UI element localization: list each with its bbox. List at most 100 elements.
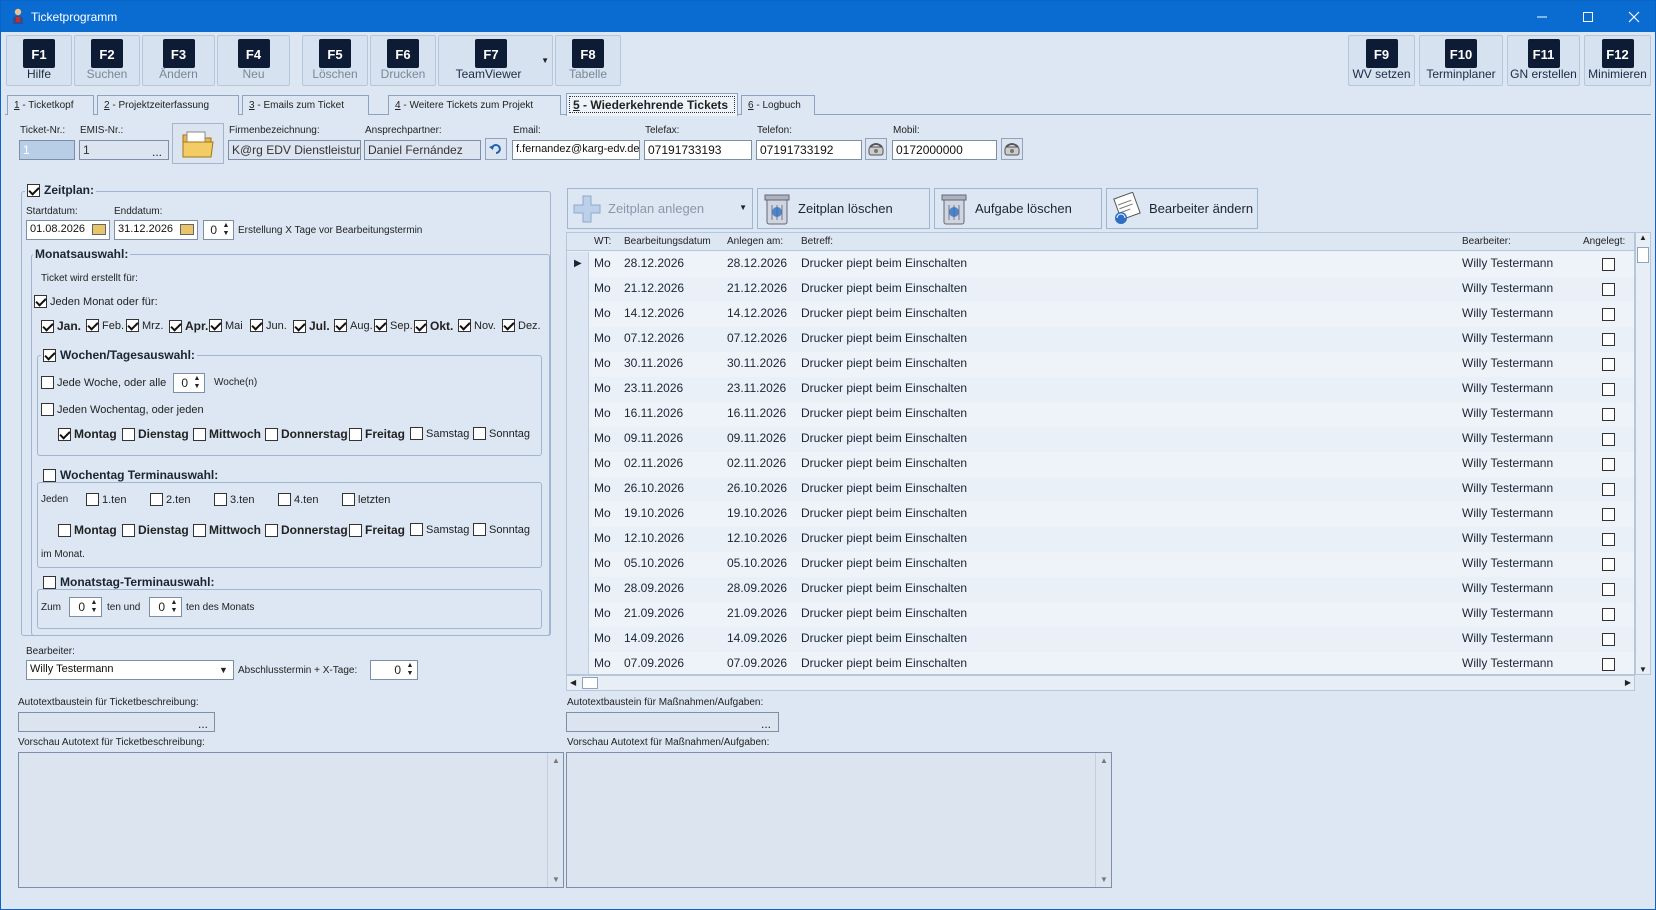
nth-4[interactable]: 4.ten xyxy=(278,493,318,506)
wt-day-freitag[interactable]: Freitag xyxy=(349,523,405,537)
spinner-arrows-icon[interactable]: ▲ ▼ xyxy=(220,222,232,238)
und-spinner[interactable]: 0 ▲ ▼ xyxy=(149,597,182,617)
f7-teamviewer-button[interactable]: F7 TeamViewer ▼ xyxy=(438,35,553,86)
row-indicator[interactable] xyxy=(567,377,589,402)
scrollbar-thumb[interactable] xyxy=(1637,247,1649,263)
row-indicator[interactable] xyxy=(567,302,589,327)
open-folder-button[interactable] xyxy=(172,123,224,164)
day-montag[interactable]: Montag xyxy=(58,427,117,441)
chevron-down-icon[interactable]: ▼ xyxy=(219,665,228,675)
col-angelegt[interactable]: Angelegt: xyxy=(1583,236,1625,247)
scroll-up-icon[interactable]: ▲ xyxy=(1639,233,1647,242)
nth-1[interactable]: 1.ten xyxy=(86,493,126,506)
row-indicator[interactable] xyxy=(567,552,589,577)
col-bearbeiter[interactable]: Bearbeiter: xyxy=(1462,236,1511,247)
col-anlegen-am[interactable]: Anlegen am: xyxy=(727,236,783,247)
angelegt-checkbox[interactable] xyxy=(1602,608,1615,621)
scrollbar-thumb[interactable] xyxy=(582,677,598,689)
scroll-down-icon[interactable]: ▼ xyxy=(552,875,560,884)
month-sep[interactable]: Sep. xyxy=(374,319,413,332)
table-row[interactable]: Mo 12.10.2026 12.10.2026 Drucker piept beim… xyxy=(567,527,1634,552)
day-sonntag[interactable]: Sonntag xyxy=(473,427,530,440)
row-indicator[interactable] xyxy=(567,602,589,627)
wt-day-donnerstag[interactable]: Donnerstag xyxy=(265,523,348,537)
auto-mass-field[interactable] xyxy=(566,712,779,732)
woche-n-spinner[interactable]: 0 ▲ ▼ xyxy=(173,373,205,393)
wochen-title[interactable]: Wochen/Tagesauswahl: xyxy=(41,348,197,362)
jeden-wochentag-checkbox[interactable]: Jeden Wochentag, oder jeden xyxy=(41,403,204,416)
bearbeiter-aendern-button[interactable]: Bearbeiter ändern xyxy=(1106,188,1258,229)
angelegt-checkbox[interactable] xyxy=(1602,333,1615,346)
spinner-arrows-icon[interactable]: ▲ ▼ xyxy=(404,662,416,678)
day-samstag[interactable]: Samstag xyxy=(410,427,469,440)
col-wt[interactable]: WT: xyxy=(594,236,611,247)
maximize-button[interactable] xyxy=(1565,1,1611,32)
calendar-icon[interactable] xyxy=(92,224,106,235)
monatstag-title[interactable]: Monatstag-Terminauswahl: xyxy=(41,575,217,589)
tab-logbuch[interactable]: 6 - Logbuch xyxy=(741,95,815,115)
wt-day-dienstag[interactable]: Dienstag xyxy=(122,523,189,537)
auto-mass-lookup-button[interactable]: ... xyxy=(761,717,771,731)
scroll-down-icon[interactable]: ▼ xyxy=(1639,665,1647,674)
f2-search-button[interactable]: F2 Suchen xyxy=(74,35,140,86)
row-indicator[interactable] xyxy=(567,627,589,652)
table-row[interactable]: Mo 14.12.2026 14.12.2026 Drucker piept beim… xyxy=(567,302,1634,327)
table-row[interactable]: Mo 21.09.2026 21.09.2026 Drucker piept beim… xyxy=(567,602,1634,627)
row-indicator[interactable] xyxy=(567,402,589,427)
f12-minimize-button[interactable]: F12 Minimieren xyxy=(1584,35,1651,86)
vorschau-ticket-textarea[interactable]: ▲ ▼ xyxy=(18,752,564,888)
email-field[interactable]: f.fernandez@karg-edv.de xyxy=(512,140,640,160)
angelegt-checkbox[interactable] xyxy=(1602,383,1615,396)
table-horizontal-scrollbar[interactable]: ◀ ▶ xyxy=(566,675,1635,691)
firma-field[interactable]: K@rg EDV Dienstleistungen xyxy=(228,140,361,160)
angelegt-checkbox[interactable] xyxy=(1602,258,1615,271)
f3-edit-button[interactable]: F3 Ändern xyxy=(142,35,215,86)
f4-new-button[interactable]: F4 Neu xyxy=(217,35,290,86)
month-jul[interactable]: Jul. xyxy=(293,319,330,333)
angelegt-checkbox[interactable] xyxy=(1602,633,1615,646)
tab-projektzeiterfassung[interactable]: 2 - Projektzeiterfassung xyxy=(97,95,239,115)
scroll-right-icon[interactable]: ▶ xyxy=(1625,678,1631,687)
jede-woche-checkbox[interactable]: Jede Woche, oder alle xyxy=(41,376,166,389)
spinner-arrows-icon[interactable]: ▲ ▼ xyxy=(168,599,180,615)
table-row[interactable]: Mo 16.11.2026 16.11.2026 Drucker piept beim… xyxy=(567,402,1634,427)
minimize-button[interactable] xyxy=(1519,1,1565,32)
dial-mobil-button[interactable] xyxy=(1001,138,1023,160)
table-vertical-scrollbar[interactable]: ▲ ▼ xyxy=(1635,232,1651,675)
f6-print-button[interactable]: F6 Drucken xyxy=(370,35,436,86)
telefax-field[interactable]: 07191733193 xyxy=(644,140,752,160)
table-row[interactable]: Mo 23.11.2026 23.11.2026 Drucker piept beim… xyxy=(567,377,1634,402)
spinner-arrows-icon[interactable]: ▲ ▼ xyxy=(88,599,100,615)
f10-terminplaner-button[interactable]: F10 Terminplaner xyxy=(1419,35,1503,86)
zeitplan-title[interactable]: Zeitplan: xyxy=(25,183,96,197)
row-indicator[interactable] xyxy=(567,427,589,452)
table-row[interactable]: ▶ Mo 28.12.2026 28.12.2026 Drucker piept bei… xyxy=(567,252,1634,277)
textarea-scrollbar[interactable]: ▲ ▼ xyxy=(547,753,563,887)
textarea-scrollbar[interactable]: ▲ ▼ xyxy=(1095,753,1111,887)
auto-ticket-lookup-button[interactable]: ... xyxy=(198,717,208,731)
month-jan[interactable]: Jan. xyxy=(41,319,81,333)
scroll-left-icon[interactable]: ◀ xyxy=(570,678,576,687)
angelegt-checkbox[interactable] xyxy=(1602,458,1615,471)
jeden-monat-checkbox[interactable]: Jeden Monat oder für: xyxy=(34,295,158,308)
wt-day-samstag[interactable]: Samstag xyxy=(410,523,469,536)
angelegt-checkbox[interactable] xyxy=(1602,508,1615,521)
row-indicator[interactable] xyxy=(567,452,589,477)
wt-day-sonntag[interactable]: Sonntag xyxy=(473,523,530,536)
f1-help-button[interactable]: F1 Hilfe xyxy=(6,35,72,86)
month-okt[interactable]: Okt. xyxy=(414,319,453,333)
dial-telefon-button[interactable] xyxy=(865,138,887,160)
vorschau-mass-textarea[interactable]: ▲ ▼ xyxy=(566,752,1112,888)
bearbeiter-select[interactable]: Willy Testermann xyxy=(26,660,234,680)
table-row[interactable]: Mo 26.10.2026 26.10.2026 Drucker piept beim… xyxy=(567,477,1634,502)
month-apr[interactable]: Apr. xyxy=(169,319,208,333)
tab-ticketkopf[interactable]: 1 - Ticketkopf xyxy=(7,95,94,115)
f5-delete-button[interactable]: F5 Löschen xyxy=(302,35,368,86)
month-mai[interactable]: Mai xyxy=(209,319,243,332)
day-dienstag[interactable]: Dienstag xyxy=(122,427,189,441)
angelegt-checkbox[interactable] xyxy=(1602,283,1615,296)
table-row[interactable]: Mo 14.09.2026 14.09.2026 Drucker piept beim… xyxy=(567,627,1634,652)
nth-2[interactable]: 2.ten xyxy=(150,493,190,506)
angelegt-checkbox[interactable] xyxy=(1602,483,1615,496)
scroll-down-icon[interactable]: ▼ xyxy=(1100,875,1108,884)
